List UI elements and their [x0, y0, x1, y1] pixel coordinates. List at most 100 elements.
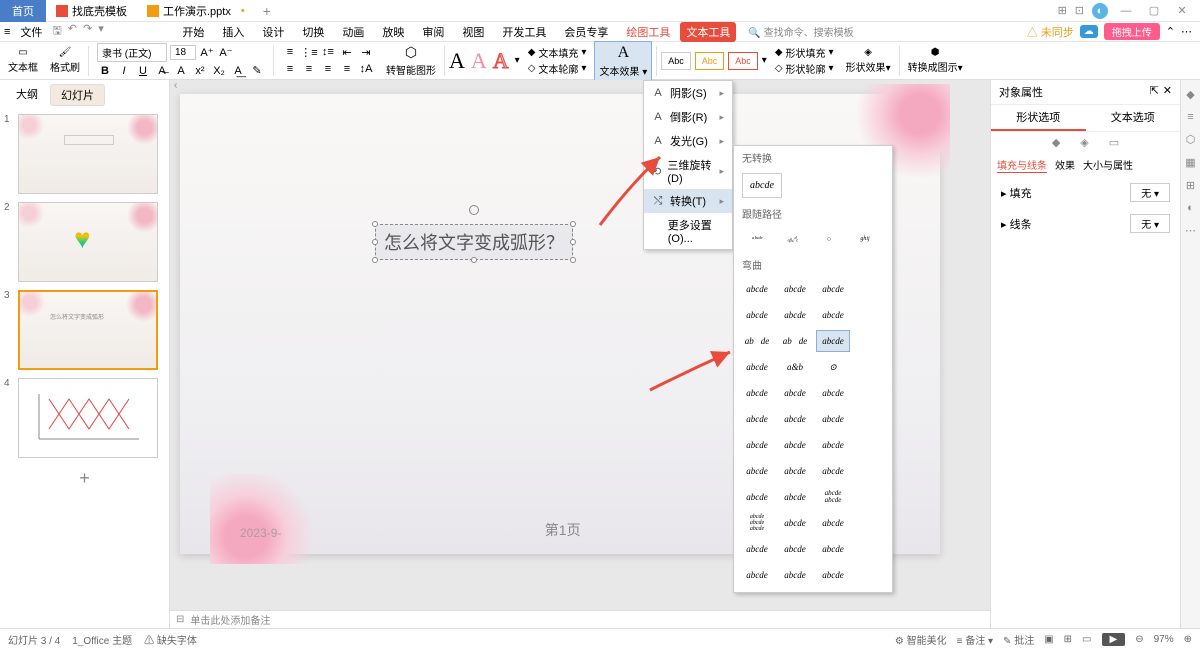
warp-option[interactable]: abcde — [740, 564, 774, 586]
warp-option[interactable]: a&b — [778, 356, 812, 378]
warp-option[interactable]: abcde — [816, 382, 850, 404]
format-painter-icon[interactable]: 🖌 — [59, 47, 72, 58]
style-more-icon[interactable]: ▾ — [515, 55, 520, 66]
fill-select[interactable]: 无 ▾ — [1130, 183, 1170, 202]
warp-option[interactable]: abcde — [778, 278, 812, 300]
avatar-icon[interactable]: ◐ — [1092, 3, 1108, 19]
convert-diagram-icon[interactable]: ⬢ — [931, 47, 940, 58]
menu-start[interactable]: 开始 — [174, 22, 212, 42]
path-arch-up[interactable]: ᵃᵇᶜᵈᵉ — [742, 227, 772, 251]
search-box[interactable]: 🔍 查找命令、搜索模板 — [748, 24, 853, 39]
effect-3d-rotation[interactable]: ⟲三维旋转(D)▸ — [644, 153, 732, 189]
sidebar-icon[interactable]: ▦ — [1185, 156, 1195, 169]
menu-drawing-tools[interactable]: 绘图工具 — [618, 22, 678, 42]
path-button[interactable]: ghij — [850, 227, 880, 251]
prev-slide-icon[interactable]: ‹ — [174, 80, 177, 91]
outline-tab-slides[interactable]: 幻灯片 — [50, 84, 105, 106]
view-reading-icon[interactable]: ▭ — [1082, 634, 1091, 645]
resize-handle[interactable] — [471, 257, 477, 263]
warp-option[interactable]: abcde — [778, 434, 812, 456]
hamburger-icon[interactable]: ≡ — [4, 26, 10, 38]
text-outline-icon[interactable]: ◇ — [528, 63, 536, 74]
menu-insert[interactable]: 插入 — [214, 22, 252, 42]
warp-option[interactable]: abcde — [778, 512, 812, 534]
style-a-pink[interactable]: A — [471, 48, 487, 74]
slide-thumb-2[interactable]: ♥ — [18, 202, 158, 282]
shape-fill-button[interactable]: 形状填充 — [786, 45, 826, 60]
smartart-label[interactable]: 转智能图形 — [386, 62, 436, 77]
effect-glow[interactable]: A发光(G)▸ — [644, 129, 732, 153]
warp-option[interactable]: abcde — [740, 278, 774, 300]
layout-icon[interactable]: ⊡ — [1075, 4, 1084, 17]
notes-bar[interactable]: ⊟ 单击此处添加备注 — [170, 610, 990, 628]
outline-tab-outline[interactable]: 大纲 — [6, 84, 48, 106]
shape-style-more-icon[interactable]: ▾ — [762, 55, 767, 66]
bullets-button[interactable]: ≡ — [282, 44, 298, 60]
beautify-button[interactable]: ⚙ 智能美化 — [895, 632, 947, 647]
menu-design[interactable]: 设计 — [254, 22, 292, 42]
maximize-button[interactable]: ▢ — [1144, 4, 1164, 17]
style-a-outline[interactable]: A — [493, 48, 509, 74]
sidebar-icon[interactable]: ≡ — [1187, 111, 1193, 123]
warp-option[interactable]: abcde — [740, 486, 774, 508]
font-size-select[interactable]: 18 — [170, 45, 196, 60]
home-tab[interactable]: 首页 — [0, 0, 46, 22]
warp-option-selected[interactable]: abcde — [816, 330, 850, 352]
resize-handle[interactable] — [570, 239, 576, 245]
smartart-icon[interactable]: ⬡ — [405, 44, 417, 61]
align-left-button[interactable]: ≡ — [282, 61, 298, 77]
warp-option[interactable]: abcde — [778, 382, 812, 404]
resize-handle[interactable] — [570, 221, 576, 227]
effect-transform[interactable]: ⤭转换(T)▸ — [644, 189, 732, 213]
add-slide-button[interactable]: + — [4, 468, 165, 489]
warp-option[interactable]: abcde — [816, 278, 850, 300]
italic-button[interactable]: I — [116, 63, 132, 79]
redo-icon[interactable]: ↷ — [83, 22, 92, 41]
indent-inc-button[interactable]: ⇥ — [358, 44, 374, 60]
menu-animation[interactable]: 动画 — [334, 22, 372, 42]
underline-button[interactable]: U — [135, 63, 151, 79]
panel-tab-shape[interactable]: 形状选项 — [991, 105, 1086, 131]
warp-option[interactable]: abcde — [740, 356, 774, 378]
align-justify-button[interactable]: ≡ — [339, 61, 355, 77]
warp-option[interactable]: abcde — [740, 434, 774, 456]
upload-button[interactable]: 拖拽上传 — [1104, 23, 1160, 40]
font-family-select[interactable]: 隶书 (正文) — [97, 43, 167, 62]
clear-format-button[interactable]: A͟ — [230, 63, 246, 79]
shape-style-2[interactable]: Abc — [695, 52, 725, 70]
resize-handle[interactable] — [570, 257, 576, 263]
menu-view[interactable]: 视图 — [454, 22, 492, 42]
sidebar-icon[interactable]: ⬡ — [1186, 133, 1196, 146]
text-fill-button[interactable]: 文本填充 — [538, 45, 578, 60]
zoom-out-icon[interactable]: ⊖ — [1135, 634, 1143, 645]
sidebar-icon[interactable]: ◆ — [1186, 88, 1194, 101]
menu-devtools[interactable]: 开发工具 — [494, 22, 554, 42]
subtab-effects[interactable]: 效果 — [1055, 157, 1075, 173]
view-sorter-icon[interactable]: ⊞ — [1064, 634, 1072, 645]
slide-thumb-1[interactable] — [18, 114, 158, 194]
slideshow-button[interactable]: ▶ — [1102, 633, 1126, 646]
effect-more-settings[interactable]: 更多设置(O)... — [644, 213, 732, 249]
panel-pin-icon[interactable]: ⇱ — [1150, 84, 1159, 100]
textbox-content[interactable]: 怎么将文字变成弧形？ — [384, 233, 564, 253]
resize-handle[interactable] — [372, 257, 378, 263]
new-tab-button[interactable]: + — [263, 3, 271, 19]
warp-option[interactable]: abcde — [778, 538, 812, 560]
shape-effect-icon[interactable]: ◈ — [864, 47, 872, 58]
slide-thumb-3[interactable]: 怎么将文字变成弧形 — [18, 290, 158, 370]
menu-slideshow[interactable]: 放映 — [374, 22, 412, 42]
warp-option[interactable]: abcde — [740, 460, 774, 482]
path-arch-down[interactable]: ₐᵦ꜀ᵈₑ — [778, 227, 808, 251]
subtab-effect-icon[interactable]: ◈ — [1080, 136, 1088, 149]
cloud-icon[interactable]: ☁ — [1080, 25, 1098, 38]
shape-fill-icon[interactable]: ◆ — [775, 47, 783, 58]
qat-dropdown-icon[interactable]: ▾ — [98, 22, 104, 41]
warp-option[interactable]: abcde — [778, 564, 812, 586]
line-select[interactable]: 无 ▾ — [1130, 214, 1170, 233]
warp-option[interactable]: ab⃕de — [778, 330, 812, 352]
align-center-button[interactable]: ≡ — [301, 61, 317, 77]
char-spacing-button[interactable]: X₂ — [211, 63, 227, 79]
font-color-button[interactable]: A — [173, 63, 189, 79]
convert-diagram-button[interactable]: 转换成图示▾ — [908, 59, 963, 74]
warp-option[interactable]: abcde — [816, 304, 850, 326]
